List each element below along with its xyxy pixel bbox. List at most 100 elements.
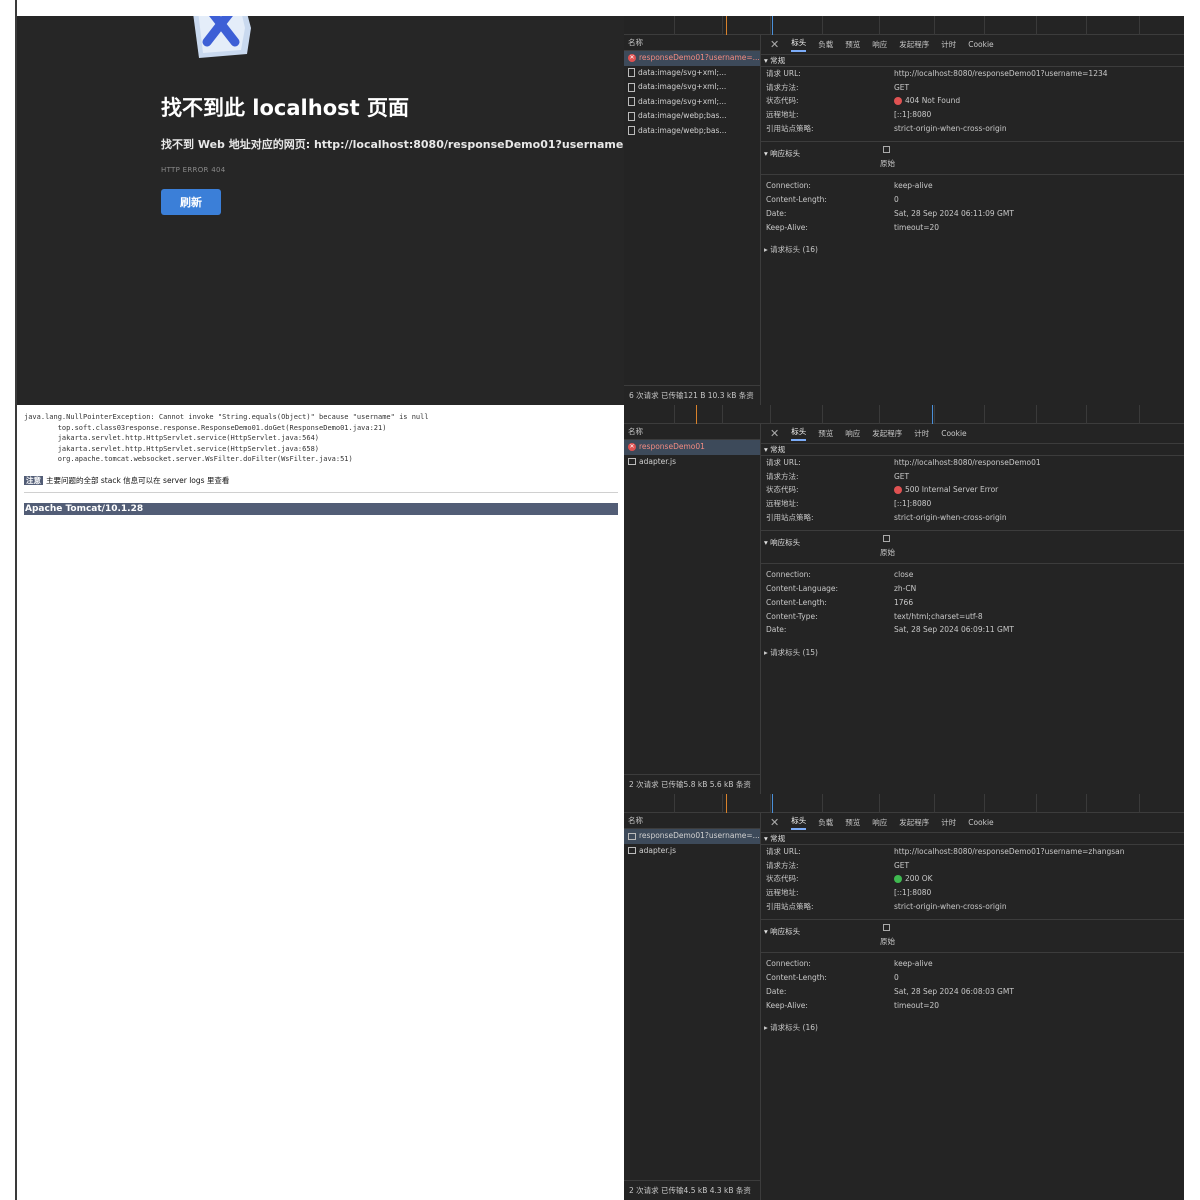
tab-1[interactable]: 负载	[818, 817, 833, 828]
value-text: GET	[894, 860, 910, 870]
request-name: adapter.js	[639, 845, 677, 855]
tab-2[interactable]: 预览	[845, 39, 860, 50]
tab-1[interactable]: 负载	[818, 39, 833, 50]
error-subtitle: 找不到 Web 地址对应的网页: http://localhost:8080/r…	[161, 138, 624, 151]
header-key: Keep-Alive:	[766, 1000, 808, 1010]
value-text: GET	[894, 471, 910, 481]
general-key: 引用站点策略:	[766, 512, 814, 522]
timeline-gridline	[770, 794, 771, 813]
request-name: adapter.js	[639, 456, 677, 466]
general-row: 请求方法: GET	[761, 859, 1184, 873]
general-value: [::1]:8080	[894, 497, 931, 511]
general-value: http://localhost:8080/responseDemo01?use…	[894, 67, 1108, 81]
close-icon[interactable]: ✕	[770, 427, 779, 440]
timeline-marker	[772, 16, 773, 35]
header-key: Connection:	[766, 570, 811, 580]
refresh-button[interactable]: 刷新	[161, 189, 221, 215]
value-text: [::1]:8080	[894, 888, 932, 898]
network-timeline	[624, 405, 1184, 424]
tab-0[interactable]: 标头	[791, 37, 807, 52]
tab-4[interactable]: 发起程序	[899, 817, 929, 828]
timeline-gridline	[984, 405, 985, 424]
general-section-header[interactable]: ▾ 常规	[761, 444, 1184, 456]
timeline-gridline	[822, 794, 823, 813]
general-row: 请求 URL: http://localhost:8080/responseDem…	[761, 67, 1184, 81]
request-row[interactable]: ✕ responseDemo01?username=...	[624, 51, 760, 66]
tab-3[interactable]: 响应	[872, 39, 887, 50]
tab-0[interactable]: 标头	[791, 426, 807, 441]
request-row[interactable]: adapter.js	[624, 844, 760, 859]
close-icon[interactable]: ✕	[770, 38, 779, 51]
request-row[interactable]: ✕ responseDemo01	[624, 440, 760, 455]
status-dot-icon	[894, 486, 902, 495]
raw-checkbox[interactable]	[883, 924, 890, 932]
request-row[interactable]: data:image/webp;bas...	[624, 109, 760, 124]
tab-2[interactable]: 响应	[845, 428, 860, 439]
header-key: Content-Type:	[766, 611, 818, 621]
request-headers-toggle[interactable]: ▸ 请求标头 (16)	[761, 1022, 1184, 1033]
network-summary: 6 次请求 已传输121 B 10.3 kB 条资	[624, 385, 761, 405]
screenshot-root: 找不到此 localhost 页面 找不到 Web 地址对应的网页: http:…	[0, 0, 1200, 1200]
tab-6[interactable]: Cookie	[968, 40, 993, 49]
tab-5[interactable]: 计时	[941, 817, 956, 828]
request-row[interactable]: data:image/webp;bas...	[624, 124, 760, 139]
status-dot-icon	[894, 97, 902, 106]
response-headers-toggle[interactable]: ▾ 响应标头	[764, 148, 800, 159]
request-headers-toggle[interactable]: ▸ 请求标头 (15)	[761, 647, 1184, 658]
response-header-row: Keep-Alive: timeout=20	[761, 999, 1184, 1013]
value-text: strict-origin-when-cross-origin	[894, 123, 1007, 133]
request-row[interactable]: data:image/svg+xml;...	[624, 66, 760, 81]
timeline-gridline	[1139, 16, 1140, 35]
header-value: text/html;charset=utf-8	[894, 611, 983, 621]
file-icon	[628, 111, 635, 121]
header-key: Content-Length:	[766, 597, 827, 607]
request-row[interactable]: data:image/svg+xml;...	[624, 80, 760, 95]
general-key: 请求 URL:	[766, 69, 801, 78]
general-key: 远程地址:	[766, 110, 799, 120]
timeline-gridline	[934, 405, 935, 424]
response-headers-toggle[interactable]: ▾ 响应标头	[764, 926, 800, 937]
request-row[interactable]: responseDemo01?username=...	[624, 829, 760, 844]
broken-page-icon	[193, 16, 251, 58]
tab-4[interactable]: 计时	[914, 428, 929, 439]
response-headers-header: ▾ 响应标头原始	[761, 530, 1184, 565]
response-headers-list: Connection: close Content-Language: zh-CN Co…	[761, 564, 1184, 636]
tab-1[interactable]: 预览	[818, 428, 833, 439]
timeline-gridline	[934, 16, 935, 35]
timeline-gridline	[770, 405, 771, 424]
timeline-gridline	[984, 794, 985, 813]
request-headers-toggle[interactable]: ▸ 请求标头 (16)	[761, 244, 1184, 255]
request-row[interactable]: data:image/svg+xml;...	[624, 95, 760, 110]
tab-0[interactable]: 标头	[791, 815, 807, 830]
request-row[interactable]: adapter.js	[624, 455, 760, 470]
tab-5[interactable]: 计时	[941, 39, 956, 50]
general-value: 500 Internal Server Error	[894, 483, 998, 497]
header-value: timeout=20	[894, 1000, 940, 1010]
tab-5[interactable]: Cookie	[941, 429, 966, 438]
timeline-gridline	[722, 16, 723, 35]
general-section-header[interactable]: ▾ 常规	[761, 833, 1184, 845]
general-value: strict-origin-when-cross-origin	[894, 900, 1007, 914]
raw-checkbox[interactable]	[883, 146, 890, 154]
tab-2[interactable]: 预览	[845, 817, 860, 828]
tab-3[interactable]: 发起程序	[872, 428, 902, 439]
tab-4[interactable]: 发起程序	[899, 39, 929, 50]
tab-6[interactable]: Cookie	[968, 818, 993, 827]
raw-checkbox[interactable]	[883, 535, 890, 543]
network-timeline	[624, 16, 1184, 35]
header-value: Sat, 28 Sep 2024 06:09:11 GMT	[894, 625, 1014, 635]
response-header-row: Connection: keep-alive	[761, 957, 1184, 971]
general-row: 远程地址: [::1]:8080	[761, 108, 1184, 122]
raw-label: 原始	[880, 548, 895, 558]
request-list: 名称 ✕ responseDemo01 adapter.js 2 次请求 已传输5.8 …	[624, 424, 761, 794]
tab-3[interactable]: 响应	[872, 817, 887, 828]
close-icon[interactable]: ✕	[770, 816, 779, 829]
general-section-header[interactable]: ▾ 常规	[761, 55, 1184, 67]
request-name: responseDemo01	[639, 442, 705, 451]
header-key: Content-Language:	[766, 584, 839, 594]
document-icon	[628, 832, 636, 840]
header-key: Date:	[766, 986, 787, 996]
response-headers-toggle[interactable]: ▾ 响应标头	[764, 537, 800, 548]
header-value: timeout=20	[894, 222, 940, 232]
header-key: Keep-Alive:	[766, 222, 808, 232]
